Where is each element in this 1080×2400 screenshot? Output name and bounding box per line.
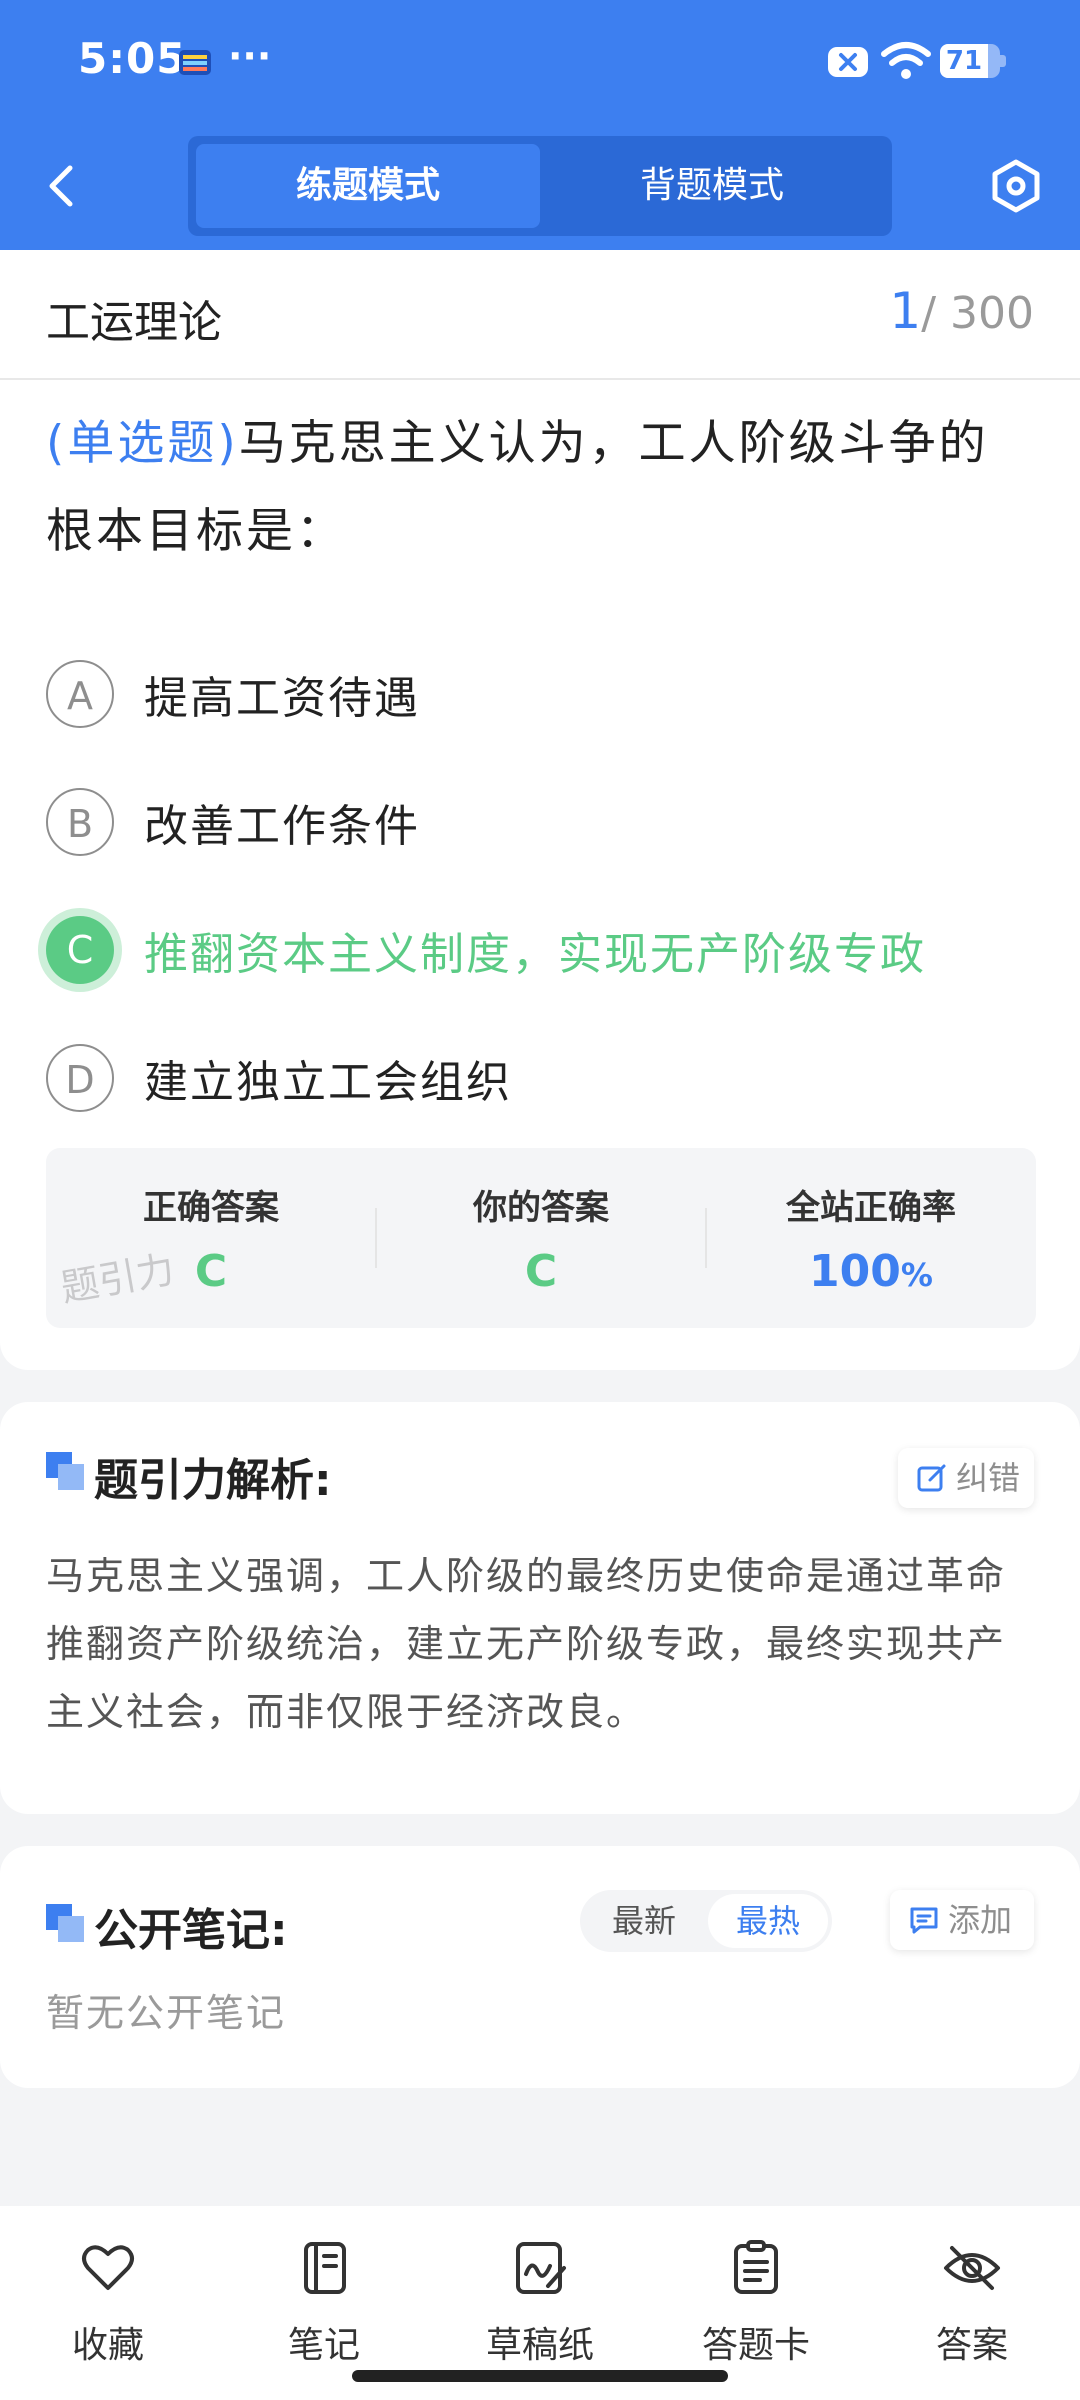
- nav-draft-label: 草稿纸: [485, 2325, 594, 2366]
- answer-summary: 正确答案 C 你的答案 C 全站正确率 100% 题引力: [46, 1148, 1036, 1328]
- accuracy-number: 100: [809, 1246, 901, 1297]
- empty-notes-text: 暂无公开笔记: [46, 1991, 287, 2035]
- analysis-title: 题引力解析:: [94, 1455, 332, 1506]
- comment-icon: [910, 1907, 938, 1934]
- add-note-label: 添加: [948, 1901, 1013, 1939]
- accuracy-unit: %: [900, 1256, 933, 1294]
- chevron-left-icon[interactable]: [38, 158, 88, 214]
- battery-nub: [1000, 55, 1006, 67]
- analysis-card: 题引力解析: 纠错 马克思主义强调，工人阶级的最终历史使命是通过革命推翻资产阶级…: [0, 1402, 1080, 1814]
- option-d[interactable]: D 建立独立工会组织: [46, 1040, 1046, 1120]
- question-type: (单选题): [46, 416, 239, 471]
- status-bar: 5:05 ··· 71: [0, 0, 1080, 130]
- question-text: (单选题)马克思主义认为，工人阶级斗争的根本目标是：: [46, 400, 1036, 576]
- hexagon-settings-icon[interactable]: [988, 158, 1044, 214]
- edit-icon: [917, 1464, 946, 1492]
- accuracy-label: 全站正确率: [786, 1188, 956, 1228]
- question-header: 工运理论 1/ 300: [0, 250, 1080, 380]
- option-b-key: B: [46, 788, 114, 856]
- nav-favorite[interactable]: 收藏: [0, 2226, 216, 2366]
- option-d-text: 建立独立工会组织: [144, 1057, 512, 1108]
- your-answer-value: C: [524, 1246, 558, 1297]
- option-c-key: C: [46, 916, 114, 984]
- nav-answer[interactable]: 答案: [864, 2226, 1080, 2366]
- option-a-key: A: [46, 660, 114, 728]
- option-b[interactable]: B 改善工作条件: [46, 784, 1046, 864]
- option-c-text: 推翻资本主义制度，实现无产阶级专政: [144, 929, 926, 980]
- current-question-number: 1: [889, 282, 922, 340]
- correct-answer-label: 正确答案: [143, 1188, 279, 1228]
- wifi-icon: [881, 42, 931, 79]
- tab-practice-mode[interactable]: 练题模式: [196, 144, 540, 228]
- question-card: 工运理论 1/ 300 (单选题)马克思主义认为，工人阶级斗争的根本目标是： A…: [0, 250, 1080, 1370]
- section-square-icon: [46, 1452, 84, 1490]
- wallet-icon: [179, 50, 211, 75]
- notes-card: 公开笔记: 最新 最热 添加 暂无公开笔记: [0, 1846, 1080, 2088]
- nav-answer-label: 答案: [935, 2325, 1008, 2366]
- nav-notes-label: 笔记: [287, 2325, 360, 2366]
- report-error-button[interactable]: 纠错: [898, 1448, 1034, 1508]
- add-note-button[interactable]: 添加: [890, 1890, 1034, 1950]
- option-c[interactable]: C 推翻资本主义制度，实现无产阶级专政: [46, 912, 1046, 992]
- option-b-text: 改善工作条件: [144, 801, 420, 852]
- section-square-icon: [46, 1904, 84, 1942]
- report-error-label: 纠错: [956, 1459, 1021, 1497]
- no-sim-icon: [828, 47, 868, 77]
- home-indicator: [352, 2370, 728, 2382]
- notebook-icon: [304, 2242, 346, 2294]
- total-questions: / 300: [921, 288, 1034, 339]
- battery-level: 71: [940, 44, 988, 78]
- notes-sort-switch: 最新 最热: [580, 1890, 832, 1952]
- nav-favorite-label: 收藏: [71, 2325, 144, 2366]
- accuracy-value: 100%: [706, 1246, 1036, 1297]
- option-a[interactable]: A 提高工资待遇: [46, 656, 1046, 736]
- subject-title: 工运理论: [46, 297, 222, 348]
- your-answer-label: 你的答案: [473, 1188, 609, 1228]
- nav-answer-sheet[interactable]: 答题卡: [648, 2226, 864, 2366]
- accuracy-column: 全站正确率 100%: [706, 1148, 1036, 1328]
- nav-answer-sheet-label: 答题卡: [701, 2325, 810, 2366]
- eye-off-icon: [944, 2246, 1000, 2290]
- status-more-dots: ···: [228, 34, 272, 78]
- notes-title: 公开笔记:: [94, 1905, 288, 1956]
- mode-switch: 练题模式 背题模式: [188, 136, 892, 236]
- heart-icon: [82, 2245, 134, 2290]
- analysis-text: 马克思主义强调，工人阶级的最终历史使命是通过革命推翻资产阶级统治，建立无产阶级专…: [46, 1554, 1007, 1734]
- battery-indicator: 71: [940, 44, 1006, 78]
- sort-hottest[interactable]: 最热: [708, 1894, 828, 1948]
- nav-notes[interactable]: 笔记: [216, 2226, 432, 2366]
- option-a-text: 提高工资待遇: [144, 673, 420, 724]
- option-d-key: D: [46, 1044, 114, 1112]
- top-header: 5:05 ··· 71 练题模式 背题模式: [0, 0, 1080, 250]
- draft-paper-icon: [516, 2242, 566, 2294]
- sort-latest[interactable]: 最新: [584, 1894, 704, 1948]
- tab-memorize-mode[interactable]: 背题模式: [540, 144, 884, 228]
- your-answer-column: 你的答案 C: [376, 1148, 706, 1328]
- nav-draft[interactable]: 草稿纸: [432, 2226, 648, 2366]
- question-progress: 1/ 300: [889, 282, 1034, 340]
- answer-sheet-icon: [734, 2240, 778, 2294]
- status-time: 5:05: [78, 34, 187, 83]
